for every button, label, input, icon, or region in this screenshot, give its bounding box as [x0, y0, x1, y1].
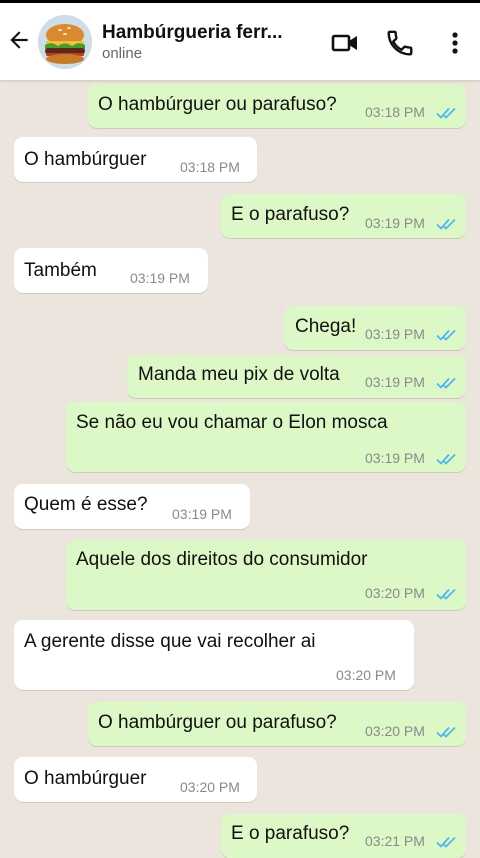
phone-call-icon[interactable] [385, 28, 415, 58]
presence-status: online [102, 45, 143, 62]
more-options-icon[interactable] [440, 28, 470, 58]
message-bubble-incoming[interactable]: Também 03:19 PM [14, 248, 208, 293]
message-time: 03:20 PM [365, 585, 425, 601]
read-receipt-icon [436, 726, 456, 738]
message-time: 03:20 PM [336, 667, 396, 683]
message-bubble-incoming[interactable]: A gerente disse que vai recolher ai 03:2… [14, 620, 414, 690]
message-time: 03:19 PM [365, 374, 425, 390]
read-receipt-icon [436, 377, 456, 389]
message-time: 03:18 PM [365, 104, 425, 120]
message-text: Chega! [295, 316, 357, 337]
video-call-icon[interactable] [330, 28, 360, 58]
message-bubble-outgoing[interactable]: O hambúrguer ou parafuso? 03:20 PM [88, 702, 466, 746]
read-receipt-icon [436, 588, 456, 600]
message-text: E o parafuso? [231, 823, 350, 844]
avatar[interactable] [38, 15, 92, 69]
message-text: A gerente disse que vai recolher ai [24, 631, 316, 652]
back-arrow-icon[interactable] [6, 27, 32, 53]
message-time: 03:19 PM [365, 450, 425, 466]
message-text: Manda meu pix de volta [138, 364, 340, 385]
message-bubble-outgoing[interactable]: E o parafuso? 03:21 PM [221, 814, 466, 858]
message-list[interactable]: O hambúrguer ou parafuso? 03:18 PM O ham… [0, 80, 480, 858]
message-time: 03:19 PM [172, 506, 232, 522]
read-receipt-icon [436, 836, 456, 848]
message-text: Se não eu vou chamar o Elon mosca [76, 412, 388, 433]
message-bubble-outgoing[interactable]: O hambúrguer ou parafuso? 03:18 PM [88, 84, 466, 128]
message-time: 03:20 PM [365, 723, 425, 739]
read-receipt-icon [436, 107, 456, 119]
message-text: O hambúrguer ou parafuso? [98, 94, 337, 115]
read-receipt-icon [436, 329, 456, 341]
message-bubble-outgoing[interactable]: E o parafuso? 03:19 PM [221, 194, 466, 238]
message-text: O hambúrguer [24, 149, 147, 170]
message-time: 03:19 PM [365, 326, 425, 342]
message-text: O hambúrguer ou parafuso? [98, 712, 337, 733]
message-bubble-outgoing[interactable]: Aquele dos direitos do consumidor 03:20 … [66, 540, 466, 610]
read-receipt-icon [436, 218, 456, 230]
message-text: E o parafuso? [231, 204, 350, 225]
message-time: 03:21 PM [365, 833, 425, 849]
message-text: O hambúrguer [24, 768, 147, 789]
message-bubble-incoming[interactable]: Quem é esse? 03:19 PM [14, 484, 250, 529]
message-bubble-incoming[interactable]: O hambúrguer 03:20 PM [14, 757, 257, 802]
message-time: 03:19 PM [130, 270, 190, 286]
message-time: 03:20 PM [180, 779, 240, 795]
message-bubble-incoming[interactable]: O hambúrguer 03:18 PM [14, 137, 257, 182]
message-text: Aquele dos direitos do consumidor [76, 549, 368, 570]
message-text: Quem é esse? [24, 494, 148, 515]
message-bubble-outgoing[interactable]: Se não eu vou chamar o Elon mosca 03:19 … [66, 402, 466, 472]
message-time: 03:19 PM [365, 215, 425, 231]
message-text: Também [24, 260, 97, 281]
read-receipt-icon [436, 453, 456, 465]
chat-title[interactable]: Hambúrgueria ferr... [102, 22, 283, 44]
message-bubble-outgoing[interactable]: Manda meu pix de volta 03:19 PM [127, 355, 466, 398]
chat-header: Hambúrgueria ferr... online [0, 0, 480, 80]
burger-avatar-icon [38, 15, 92, 69]
message-bubble-outgoing[interactable]: Chega! 03:19 PM [284, 306, 466, 350]
message-time: 03:18 PM [180, 159, 240, 175]
